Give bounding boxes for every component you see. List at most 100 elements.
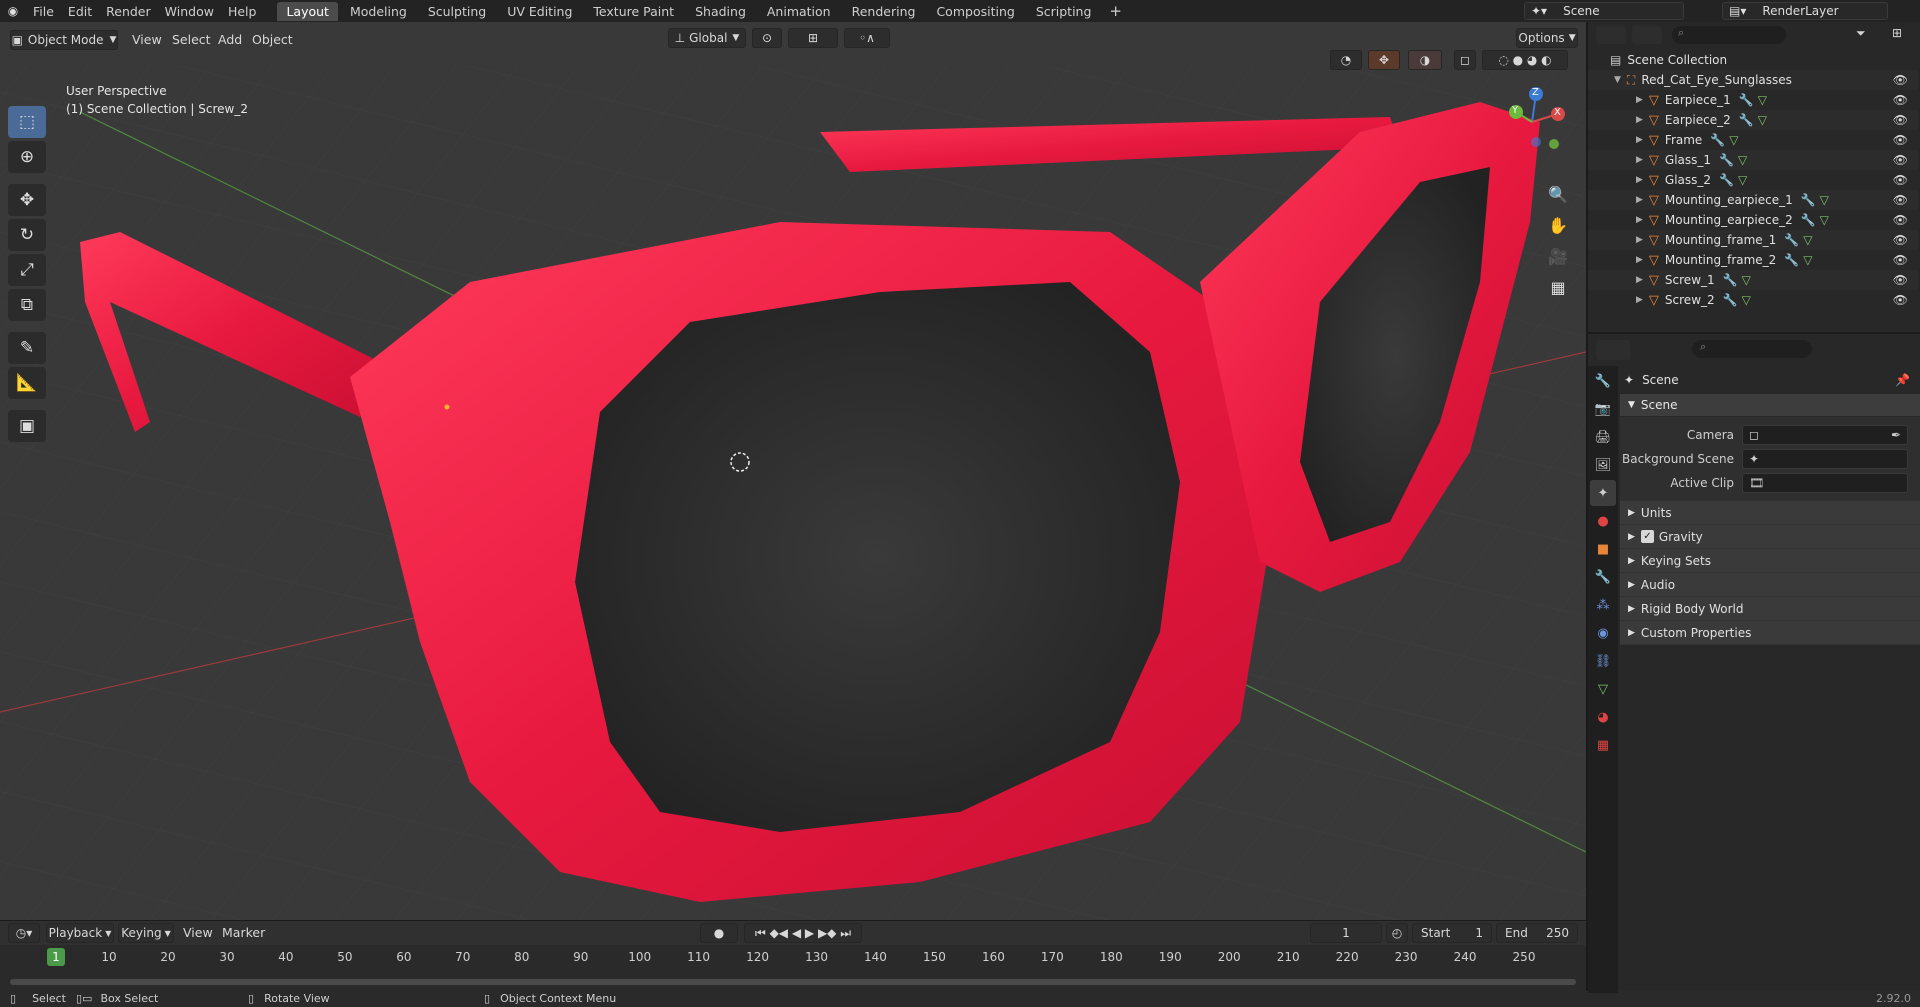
add-cube-tool-icon[interactable]: ▣ (8, 410, 46, 442)
camera-field[interactable]: ◻ ✒ (1742, 425, 1908, 445)
timeline-menu-marker[interactable]: Marker (222, 925, 265, 940)
overlay-toggle[interactable]: ◑ (1408, 50, 1442, 70)
tab-modeling[interactable]: Modeling (341, 2, 416, 21)
filter-icon[interactable]: ⏷ (1856, 26, 1886, 44)
properties-search-input[interactable]: ⌕ (1692, 340, 1812, 358)
record-button[interactable]: ● (700, 923, 738, 943)
modifier-icon[interactable]: 🔧 (1710, 133, 1725, 147)
outliner-root[interactable]: ▤ Scene Collection (1588, 50, 1918, 70)
mesh-data-icon[interactable]: ▽ (1820, 193, 1829, 207)
viewport-menu-view[interactable]: View (132, 32, 162, 47)
eye-icon[interactable]: 👁 (1893, 113, 1908, 127)
playback-menu[interactable]: Playback ▼ (46, 923, 114, 943)
texture-icon[interactable]: ▦ (1590, 732, 1616, 758)
frame-ruler[interactable]: 1 10 20 30 40 50 60 70 80 90 100 110 120 130 140 150 160… (0, 945, 1586, 969)
expand-arrow-icon[interactable]: ▶ (1636, 175, 1643, 185)
tab-texture-paint[interactable]: Texture Paint (584, 2, 683, 21)
end-frame-field[interactable]: End 250 (1496, 923, 1578, 943)
menu-edit[interactable]: Edit (61, 4, 99, 19)
expand-arrow-icon[interactable]: ▶ (1636, 135, 1643, 145)
outliner-collection-row[interactable]: ▼ ⛶ Red_Cat_Eye_Sunglasses 👁 (1588, 70, 1918, 90)
properties-editor-type[interactable] (1596, 340, 1630, 360)
mesh-data-icon[interactable]: ▽ (1738, 153, 1747, 167)
timeline-scrollbar[interactable] (10, 979, 1576, 985)
mesh-data-icon[interactable]: ▽ (1820, 213, 1829, 227)
transform-orientation-dropdown[interactable]: ⊥ Global ▼ (668, 28, 746, 48)
select-box-tool-icon[interactable]: ⬚ (8, 106, 46, 138)
outliner-object-row[interactable]: ▶ ▽ Mounting_frame_1 🔧 ▽ 👁 (1588, 230, 1918, 250)
menu-file[interactable]: File (26, 4, 61, 19)
timeline-menu-view[interactable]: View (183, 925, 213, 940)
outliner-object-row[interactable]: ▶ ▽ Glass_1 🔧 ▽ 👁 (1588, 150, 1918, 170)
outliner-object-row[interactable]: ▶ ▽ Earpiece_1 🔧 ▽ 👁 (1588, 90, 1918, 110)
3d-viewport[interactable]: ▣ Object Mode ▼ View Select Add Object ⊥… (0, 22, 1586, 920)
blender-logo-icon[interactable]: ◉ (0, 0, 26, 22)
constraints-icon[interactable]: ⛓ (1590, 648, 1616, 674)
audio-panel[interactable]: ▶ Audio (1620, 573, 1920, 597)
background-scene-field[interactable]: ✦ (1742, 449, 1908, 469)
eye-icon[interactable]: 👁 (1893, 213, 1908, 227)
expand-arrow-icon[interactable]: ▶ (1636, 95, 1643, 105)
eye-icon[interactable]: 👁 (1893, 233, 1908, 247)
shading-modes[interactable]: ◌ ● ◕ ◐ (1482, 50, 1568, 70)
mesh-data-icon[interactable]: ▽ (1758, 93, 1767, 107)
cursor-tool-icon[interactable]: ⊕ (8, 141, 46, 173)
navigation-gizmo[interactable]: Z X Y (1496, 86, 1568, 158)
annotate-tool-icon[interactable]: ✎ (8, 332, 46, 364)
current-frame-field[interactable]: 1 (1310, 923, 1382, 943)
scale-tool-icon[interactable]: ⤢ (8, 254, 46, 286)
world-properties-icon[interactable]: ● (1590, 508, 1616, 534)
eyedropper-icon[interactable]: ✒ (1891, 428, 1901, 442)
tool-settings-icon[interactable]: 🔧 (1590, 368, 1616, 394)
outliner-object-row[interactable]: ▶ ▽ Screw_2 🔧 ▽ 👁 (1588, 290, 1918, 310)
outliner-search-input[interactable]: ⌕ (1672, 26, 1786, 44)
outliner-object-row[interactable]: ▶ ▽ Mounting_frame_2 🔧 ▽ 👁 (1588, 250, 1918, 270)
viewport-menu-add[interactable]: Add (218, 32, 242, 47)
tab-scripting[interactable]: Scripting (1027, 2, 1101, 21)
expand-arrow-icon[interactable]: ▶ (1636, 295, 1643, 305)
gravity-panel[interactable]: ▶ ✓ Gravity (1620, 525, 1920, 549)
scene-properties-icon[interactable]: ✦ (1590, 480, 1616, 506)
modifier-icon[interactable]: 🔧 (1784, 233, 1799, 247)
mesh-data-icon[interactable]: ▽ (1742, 293, 1751, 307)
units-panel[interactable]: ▶ Units (1620, 501, 1920, 525)
viewport-menu-select[interactable]: Select (172, 32, 211, 47)
mesh-data-icon[interactable]: ▽ (1738, 173, 1747, 187)
modifier-properties-icon[interactable]: 🔧 (1590, 564, 1616, 590)
eye-icon[interactable]: 👁 (1893, 193, 1908, 207)
pan-hand-icon[interactable]: ✋ (1544, 211, 1572, 239)
outliner-object-row[interactable]: ▶ ▽ Screw_1 🔧 ▽ 👁 (1588, 270, 1918, 290)
menu-render[interactable]: Render (99, 4, 158, 19)
playback-controls[interactable]: ⏮ ◆◀ ◀ ▶ ▶◆ ⏭ (744, 923, 862, 943)
clock-icon[interactable]: ◴ (1386, 923, 1408, 943)
modifier-icon[interactable]: 🔧 (1723, 293, 1738, 307)
scene-panel-header[interactable]: ▼ Scene (1620, 394, 1920, 416)
outliner-object-row[interactable]: ▶ ▽ Earpiece_2 🔧 ▽ 👁 (1588, 110, 1918, 130)
ortho-grid-icon[interactable]: ▦ (1544, 273, 1572, 301)
eye-icon[interactable]: 👁 (1893, 173, 1908, 187)
physics-icon[interactable]: ◉ (1590, 620, 1616, 646)
move-tool-icon[interactable]: ✥ (8, 184, 46, 216)
expand-arrow-icon[interactable]: ▶ (1636, 155, 1643, 165)
active-clip-field[interactable]: 🎞 (1742, 473, 1908, 493)
modifier-icon[interactable]: 🔧 (1801, 193, 1816, 207)
expand-arrow-icon[interactable]: ▶ (1636, 195, 1643, 205)
outliner-object-row[interactable]: ▶ ▽ Mounting_earpiece_1 🔧 ▽ 👁 (1588, 190, 1918, 210)
view-layer-icon[interactable]: 🖼 (1590, 452, 1616, 478)
outliner-filter-mode[interactable] (1632, 26, 1662, 44)
modifier-icon[interactable]: 🔧 (1719, 173, 1734, 187)
expand-arrow-icon[interactable]: ▶ (1636, 255, 1643, 265)
editor-type-icon[interactable]: ◷▾ (8, 923, 40, 943)
modifier-icon[interactable]: 🔧 (1784, 253, 1799, 267)
expand-arrow-icon[interactable]: ▶ (1636, 235, 1643, 245)
modifier-icon[interactable]: 🔧 (1723, 273, 1738, 287)
expand-arrow-icon[interactable]: ▶ (1636, 275, 1643, 285)
outliner-object-row[interactable]: ▶ ▽ Frame 🔧 ▽ 👁 (1588, 130, 1918, 150)
modifier-icon[interactable]: 🔧 (1801, 213, 1816, 227)
eye-icon[interactable]: 👁 (1893, 153, 1908, 167)
mesh-data-icon[interactable]: ▽ (1758, 113, 1767, 127)
eye-icon[interactable]: 👁 (1893, 73, 1908, 87)
xray-toggle[interactable]: ◻ (1454, 50, 1476, 70)
camera-view-icon[interactable]: 🎥 (1544, 242, 1572, 270)
mesh-data-icon[interactable]: ▽ (1729, 133, 1738, 147)
